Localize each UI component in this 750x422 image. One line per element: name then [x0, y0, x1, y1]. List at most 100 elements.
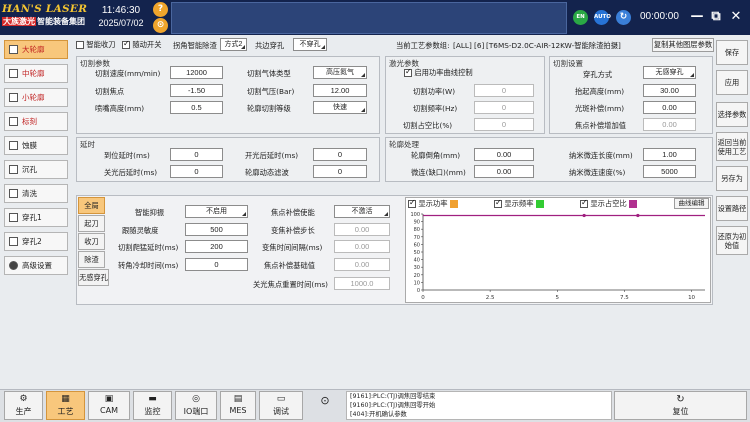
lift-height-input[interactable]: 30.00 — [643, 84, 696, 97]
save-as-button[interactable]: 另存为 — [716, 166, 748, 191]
laser-power-input[interactable]: 0 — [474, 84, 534, 97]
laser-duty-input[interactable]: 0 — [474, 118, 534, 131]
on-delay-input[interactable]: 0 — [313, 148, 367, 161]
off-delay-input[interactable]: 0 — [170, 165, 223, 178]
tab-deslag[interactable]: 除渣 — [78, 251, 105, 268]
refresh-icon[interactable]: ↻ — [616, 10, 631, 25]
legend-power[interactable]: 显示功率 — [408, 198, 458, 209]
tab-global[interactable]: 全局 — [78, 197, 105, 214]
legend-freq[interactable]: 显示频率 — [494, 198, 544, 209]
focus-comp-enable-select[interactable]: 不激活 — [334, 205, 390, 218]
contour-level-label: 轮廓切割等级 — [247, 104, 291, 113]
tab-end[interactable]: 收刀 — [78, 233, 105, 250]
sidebar-item-medium-contour[interactable]: 中轮廓 — [4, 64, 68, 83]
save-button[interactable]: 保存 — [716, 40, 748, 65]
debug-button[interactable]: ▭ 调试 — [259, 391, 303, 420]
set-path-button[interactable]: 设置路径 — [716, 196, 748, 221]
corner-slag-select[interactable]: 方式2 — [220, 38, 247, 51]
process-group-value: [ALL] — [453, 41, 472, 50]
smart-lift-checkbox[interactable] — [76, 41, 84, 49]
gas-pressure-input[interactable]: 12.00 — [313, 84, 367, 97]
gas-type-select[interactable]: 高压氮气 — [313, 66, 367, 79]
focus-comp-label: 焦点补偿增加值 — [575, 121, 627, 130]
close-icon[interactable]: ✕ — [729, 9, 743, 25]
help-icon[interactable]: ? — [153, 2, 168, 17]
language-icon[interactable]: EN — [573, 10, 588, 25]
sidebar-item-countersink[interactable]: 沉孔 — [4, 160, 68, 179]
micro-joint-input[interactable]: 0.00 — [474, 165, 534, 178]
coedge-select[interactable]: 不穿孔 — [293, 38, 327, 51]
nozzle-height-input[interactable]: 0.5 — [170, 101, 223, 114]
minimize-icon[interactable]: — — [690, 9, 704, 25]
contour-round-label: 轮廓倒角(mm) — [411, 151, 461, 160]
sidebar-item-pierce-1[interactable]: 穿孔1 — [4, 208, 68, 227]
mes-button[interactable]: ▤ MES — [220, 391, 256, 420]
tab-start[interactable]: 起刀 — [78, 215, 105, 232]
y-tick-label: 90 — [414, 220, 420, 226]
contour-icon — [9, 69, 18, 78]
copy-layer-params-button[interactable]: 复制其他图层参数 — [652, 38, 714, 52]
contour-round-input[interactable]: 0.00 — [474, 148, 534, 161]
smart-damp-select[interactable]: 不启用 — [185, 205, 248, 218]
smart-damp-label: 智能抑振 — [135, 208, 165, 217]
back-current-process-button[interactable]: 返回当前使用工艺 — [716, 132, 748, 161]
x-tick-label: 2.5 — [486, 295, 495, 301]
production-button[interactable]: ⚙ 生产 — [4, 391, 43, 420]
focus-comp-input[interactable]: 0.00 — [643, 118, 696, 131]
clock-time: 11:46:30 — [101, 5, 141, 16]
curve-edit-button[interactable]: 曲线编辑 — [674, 198, 709, 209]
x-tick-label: 0 — [421, 295, 425, 301]
light-comp-input[interactable]: 0.00 — [643, 101, 696, 114]
var-step-input[interactable]: 0.00 — [334, 223, 390, 236]
monitor-button[interactable]: ▬ 监控 — [133, 391, 172, 420]
show-power-checkbox[interactable] — [408, 198, 416, 208]
power-curve-checkbox[interactable] — [404, 67, 412, 77]
process-name: [T6MS-D2.0C-AIR-12KW-智能除渣拍摄] — [486, 41, 621, 50]
pierce-mode-select[interactable]: 无感穿孔 — [643, 66, 696, 79]
restore-default-button[interactable]: 还原为初始值 — [716, 226, 748, 255]
settings-icon — [9, 261, 18, 270]
sidebar-item-cleaning[interactable]: 清洗 — [4, 184, 68, 203]
cam-button[interactable]: ▣ CAM — [88, 391, 130, 420]
nano-speed-input[interactable]: 5000 — [643, 165, 696, 178]
sidebar-item-pierce-2[interactable]: 穿孔2 — [4, 232, 68, 251]
arrive-delay-input[interactable]: 0 — [170, 148, 223, 161]
sidebar-item-advanced[interactable]: 高级设置 — [4, 256, 68, 275]
contour-level-select[interactable]: 快速 — [313, 101, 367, 114]
power-curve-option[interactable]: 启用功率曲线控制 — [404, 67, 473, 78]
var-time-input[interactable]: 0.00 — [334, 240, 390, 253]
focus-reset-input[interactable]: 1000.0 — [334, 277, 390, 290]
cut-focus-label: 切割焦点 — [95, 87, 125, 96]
select-params-button[interactable]: 选择参数 — [716, 102, 748, 127]
apply-button[interactable]: 应用 — [716, 70, 748, 95]
nozzle-height-label: 喷嘴高度(mm) — [95, 104, 145, 113]
smart-lift-option[interactable]: 智能收刀 — [76, 40, 116, 50]
log-icon[interactable]: ⊙ — [318, 394, 332, 408]
sidebar-item-small-contour[interactable]: 小轮廓 — [4, 88, 68, 107]
show-freq-checkbox[interactable] — [494, 198, 502, 208]
sidebar-item-marking[interactable]: 标刻 — [4, 112, 68, 131]
laser-freq-input[interactable]: 0 — [474, 101, 534, 114]
reset-button[interactable]: ↻ 复位 — [614, 391, 747, 420]
auto-mode-icon[interactable]: AUTO — [594, 10, 611, 25]
compass-icon[interactable]: ⊙ — [153, 18, 168, 33]
slope-delay-input[interactable]: 200 — [185, 240, 248, 253]
follow-switch-checkbox[interactable] — [122, 39, 130, 49]
follow-switch-option[interactable]: 随动开关 — [122, 39, 162, 50]
corner-cool-input[interactable]: 0 — [185, 258, 248, 271]
show-duty-checkbox[interactable] — [580, 198, 588, 208]
cut-speed-input[interactable]: 12000 — [170, 66, 223, 79]
process-button[interactable]: ▦ 工艺 — [46, 391, 85, 420]
cut-focus-input[interactable]: -1.50 — [170, 84, 223, 97]
follow-sensitivity-input[interactable]: 500 — [185, 223, 248, 236]
sidebar-item-film-etch[interactable]: 蚀膜 — [4, 136, 68, 155]
dynamic-filter-input[interactable]: 0 — [313, 165, 367, 178]
nano-length-input[interactable]: 1.00 — [643, 148, 696, 161]
legend-duty[interactable]: 显示占空比 — [580, 198, 638, 209]
focus-base-input[interactable]: 0.00 — [334, 258, 390, 271]
contour-icon — [9, 45, 18, 54]
tab-sensorless-pierce[interactable]: 无感穿孔 — [78, 269, 109, 286]
io-port-button[interactable]: ◎ IO端口 — [175, 391, 217, 420]
sidebar-item-large-contour[interactable]: 大轮廓 — [4, 40, 68, 59]
restore-icon[interactable]: ⧉ — [709, 9, 723, 25]
